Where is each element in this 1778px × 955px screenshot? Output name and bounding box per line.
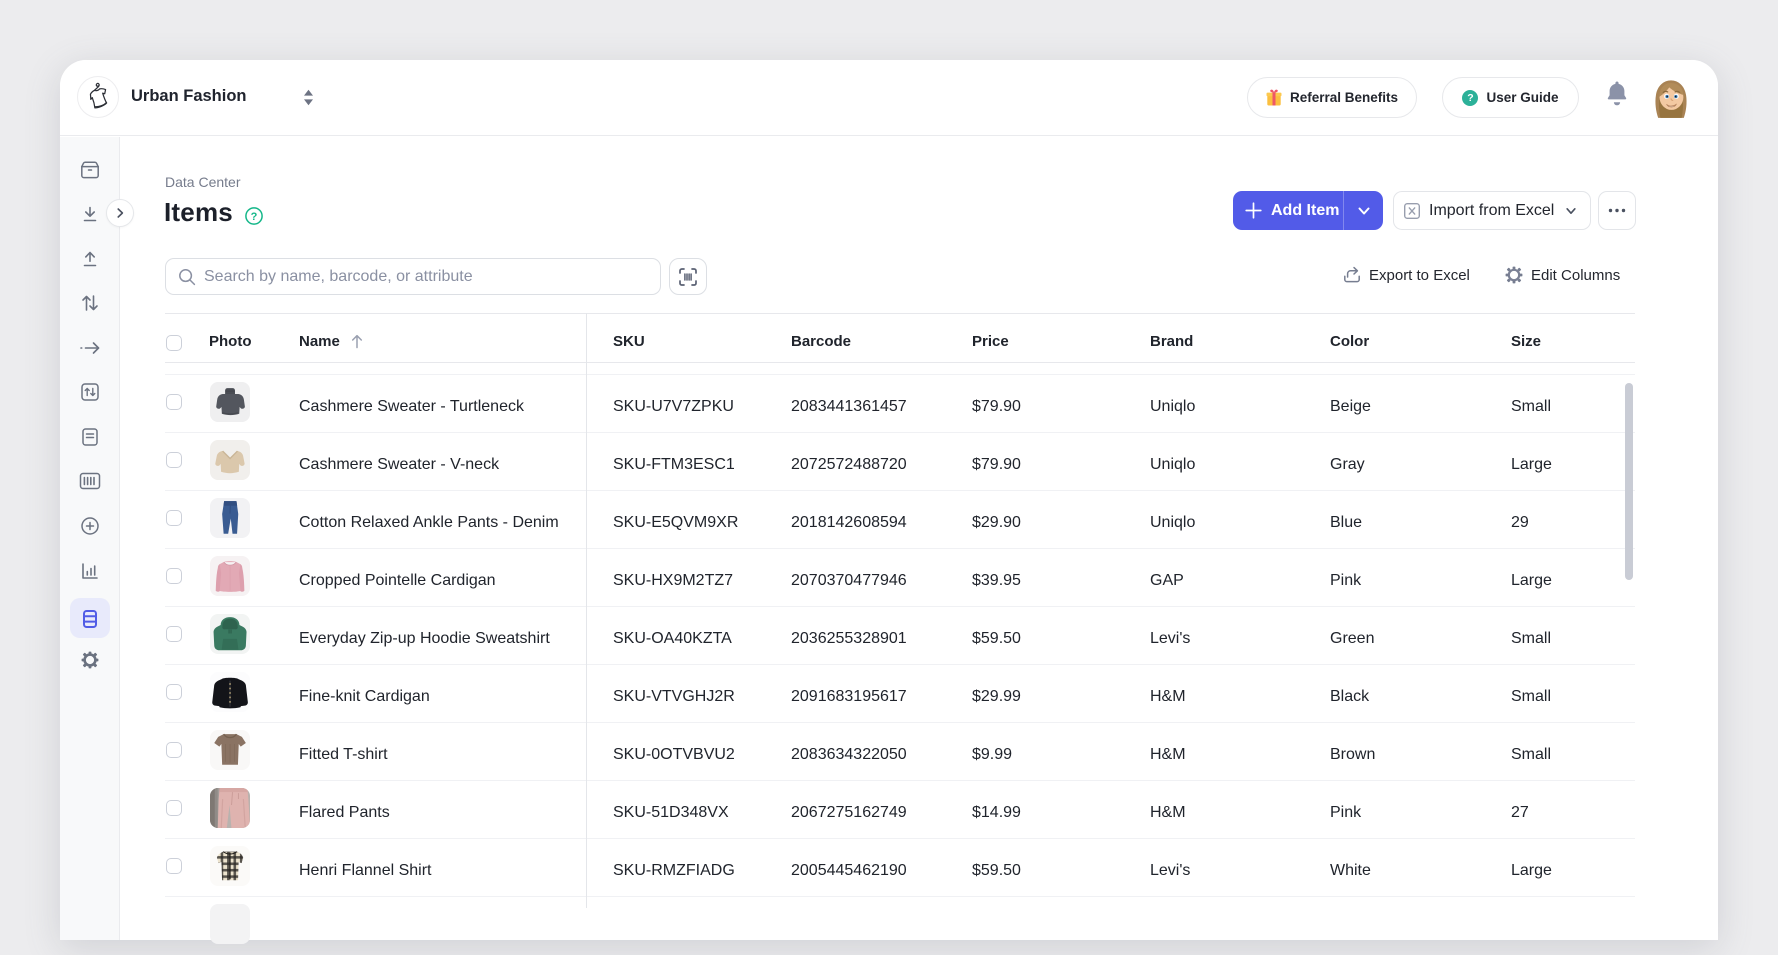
svg-text:?: ?	[251, 211, 258, 223]
